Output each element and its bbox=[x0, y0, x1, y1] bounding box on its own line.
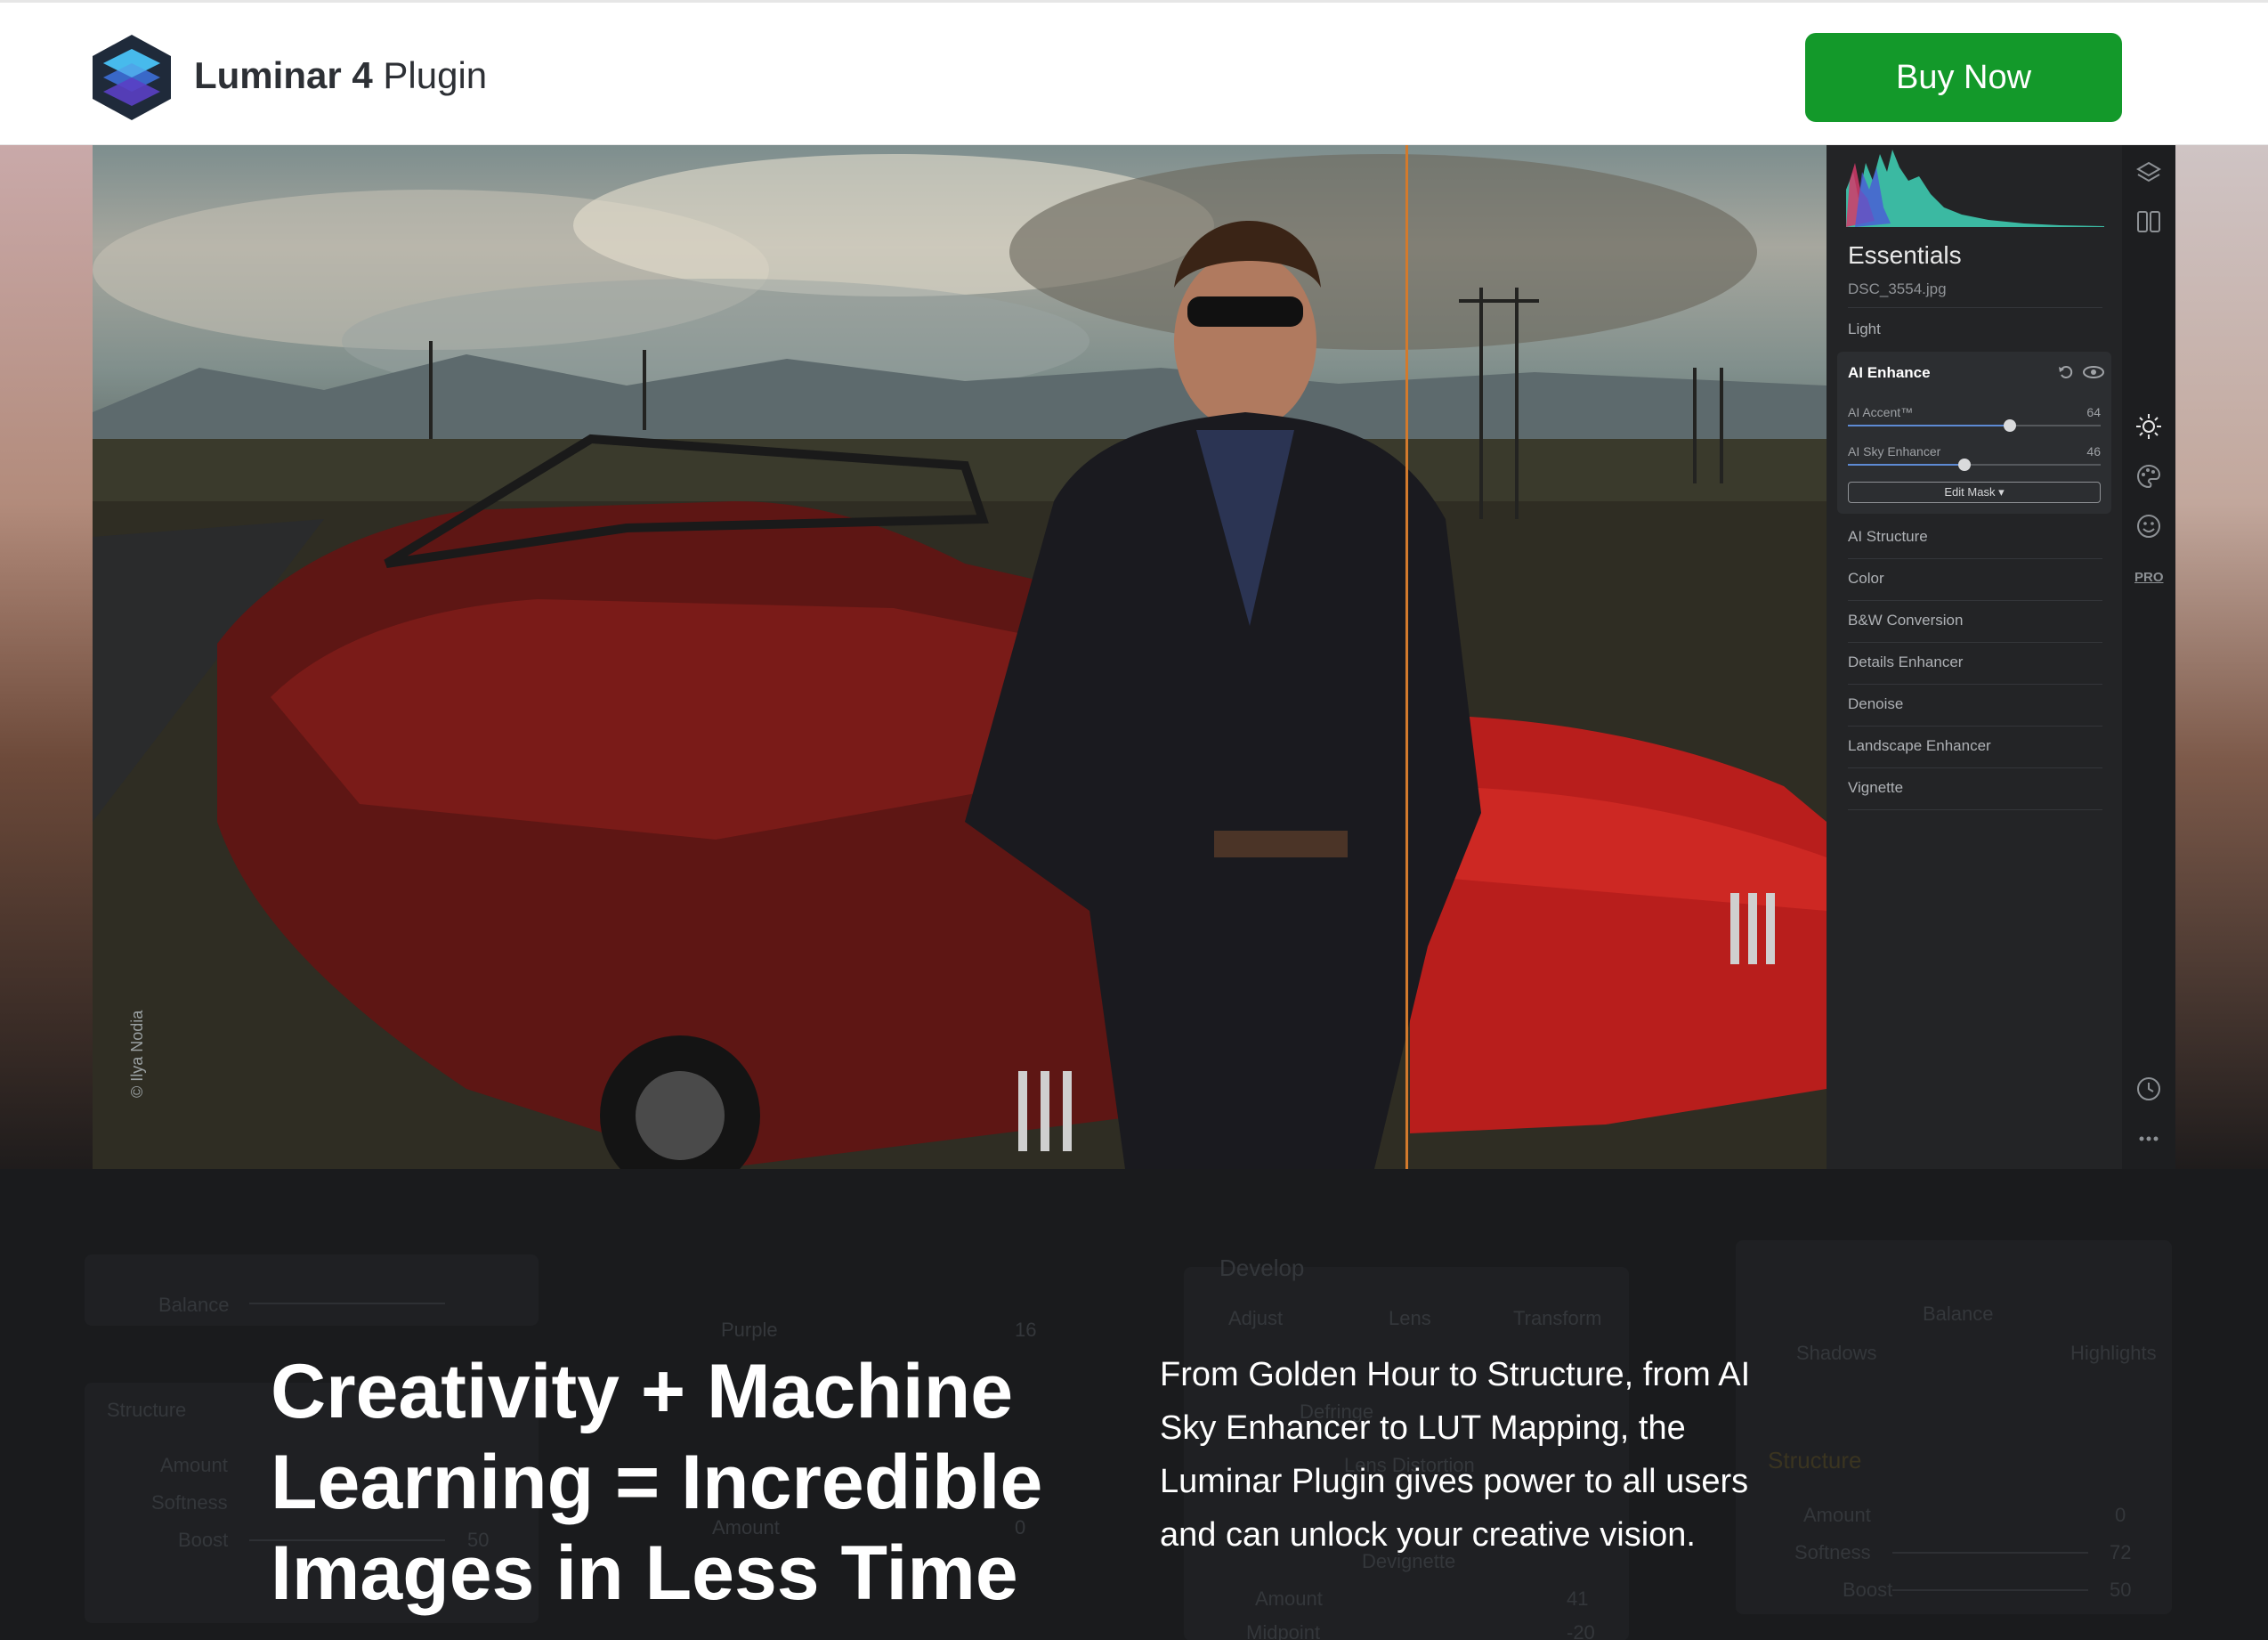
ghost-adjust: Adjust bbox=[1228, 1307, 1284, 1329]
creative-palette-icon[interactable] bbox=[2134, 462, 2163, 491]
panel-title: Essentials bbox=[1848, 241, 1962, 269]
tool-rail: PRO bbox=[2122, 145, 2175, 1169]
separator bbox=[1848, 642, 2102, 643]
tool-color[interactable]: Color bbox=[1848, 570, 1884, 588]
before-after-photo[interactable]: © Ilya Nodia bbox=[93, 145, 1827, 1169]
top-bar: Luminar 4 Plugin Buy Now bbox=[0, 0, 2268, 145]
separator bbox=[1848, 726, 2102, 727]
ghost-amount: Amount bbox=[1255, 1587, 1323, 1610]
ghost-boost: Boost bbox=[1843, 1579, 1893, 1601]
ghost-panel bbox=[85, 1254, 539, 1326]
ai-enhance-card: AI Enhance AI Accent™ 64 AI Sky Enhancer… bbox=[1837, 352, 2111, 514]
more-options-icon[interactable] bbox=[2134, 1124, 2163, 1153]
tool-bw-conversion[interactable]: B&W Conversion bbox=[1848, 612, 1963, 629]
ghost-structure: Structure bbox=[107, 1399, 187, 1421]
slider-value: 64 bbox=[2086, 405, 2101, 419]
ghost-purple: Purple bbox=[721, 1319, 778, 1341]
hero-headline: Creativity + Machine Learning = Incredib… bbox=[271, 1349, 1043, 1616]
photo-credit: © Ilya Nodia bbox=[128, 1010, 146, 1098]
histogram bbox=[1846, 150, 2104, 227]
compare-icon[interactable] bbox=[2134, 207, 2163, 236]
history-clock-icon[interactable] bbox=[2134, 1075, 2163, 1103]
tool-denoise[interactable]: Denoise bbox=[1848, 695, 1903, 713]
slider-label: AI Sky Enhancer bbox=[1848, 444, 1941, 459]
ghost-value: -20 bbox=[1567, 1621, 1595, 1640]
ghost-value: 72 bbox=[2110, 1541, 2132, 1563]
right-blur-edge bbox=[2175, 145, 2268, 1169]
ghost-slider bbox=[1892, 1589, 2088, 1591]
left-blur-edge bbox=[0, 145, 93, 1169]
ghost-amount: Amount bbox=[1803, 1504, 1871, 1526]
ghost-balance: Balance bbox=[158, 1294, 230, 1316]
ghost-softness: Softness bbox=[1794, 1541, 1871, 1563]
ghost-softness: Softness bbox=[151, 1491, 228, 1514]
ghost-lens: Lens bbox=[1389, 1307, 1431, 1329]
ghost-develop: Develop bbox=[1219, 1254, 1305, 1281]
ai-sky-enhancer-slider[interactable] bbox=[1848, 459, 2101, 471]
brand-title: Luminar 4 Plugin bbox=[194, 54, 487, 97]
tool-vignette[interactable]: Vignette bbox=[1848, 779, 1903, 797]
reset-icon[interactable] bbox=[2056, 362, 2076, 382]
portrait-face-icon[interactable] bbox=[2134, 512, 2163, 540]
tool-ai-structure[interactable]: AI Structure bbox=[1848, 528, 1928, 546]
ghost-amount: Amount bbox=[160, 1454, 228, 1476]
separator bbox=[1848, 600, 2102, 601]
slider-fill bbox=[1848, 464, 1964, 466]
slider-value: 46 bbox=[2086, 444, 2101, 459]
pro-tools-icon[interactable]: PRO bbox=[2134, 564, 2164, 592]
brand-name: Luminar 4 bbox=[194, 54, 373, 96]
photo-illustration bbox=[93, 154, 1827, 1169]
ai-enhance-title[interactable]: AI Enhance bbox=[1848, 364, 1931, 382]
separator bbox=[1848, 684, 2102, 685]
ghost-transform: Transform bbox=[1513, 1307, 1602, 1329]
ghost-shadows: Shadows bbox=[1796, 1342, 1877, 1364]
ghost-midpoint: Midpoint bbox=[1246, 1621, 1321, 1640]
visibility-eye-icon[interactable] bbox=[2083, 362, 2104, 382]
slider-knob[interactable] bbox=[2003, 419, 2016, 432]
file-name: DSC_3554.jpg bbox=[1848, 280, 1947, 297]
ghost-balance: Balance bbox=[1923, 1303, 1994, 1325]
separator bbox=[1848, 558, 2102, 559]
tool-landscape-enhancer[interactable]: Landscape Enhancer bbox=[1848, 737, 1991, 755]
ghost-value: 0 bbox=[2115, 1504, 2126, 1526]
separator bbox=[1848, 809, 2102, 810]
separator bbox=[1848, 307, 2102, 308]
slider-knob[interactable] bbox=[1957, 459, 1971, 471]
hero-subtext: From Golden Hour to Structure, from AI S… bbox=[1160, 1356, 1751, 1554]
slider-label: AI Accent™ bbox=[1848, 405, 1914, 419]
ghost-value: 16 bbox=[1015, 1319, 1037, 1341]
ghost-highlights: Highlights bbox=[2070, 1342, 2157, 1364]
slider-fill bbox=[1848, 425, 2010, 426]
ghost-boost: Boost bbox=[178, 1529, 229, 1551]
section-light[interactable]: Light bbox=[1848, 321, 1881, 338]
edit-mask-button[interactable]: Edit Mask ▾ bbox=[1848, 482, 2101, 503]
separator bbox=[1848, 767, 2102, 768]
ghost-slider bbox=[249, 1303, 445, 1304]
ghost-value: 50 bbox=[2110, 1579, 2132, 1601]
ghost-value: 41 bbox=[1567, 1587, 1589, 1610]
layers-icon[interactable] bbox=[2134, 159, 2163, 188]
ghost-slider bbox=[1892, 1552, 2088, 1554]
ai-accent-slider[interactable] bbox=[1848, 419, 2101, 432]
essentials-panel: Essentials DSC_3554.jpg Light AI Enhance… bbox=[1827, 145, 2122, 1169]
essentials-sun-icon[interactable] bbox=[2134, 412, 2163, 441]
brand-suffix: Plugin bbox=[372, 54, 488, 96]
buy-now-button[interactable]: Buy Now bbox=[1805, 33, 2122, 122]
before-after-split-handle[interactable] bbox=[1405, 145, 1408, 1169]
tool-details-enhancer[interactable]: Details Enhancer bbox=[1848, 654, 1963, 671]
luminar-logo-icon[interactable] bbox=[91, 33, 173, 122]
